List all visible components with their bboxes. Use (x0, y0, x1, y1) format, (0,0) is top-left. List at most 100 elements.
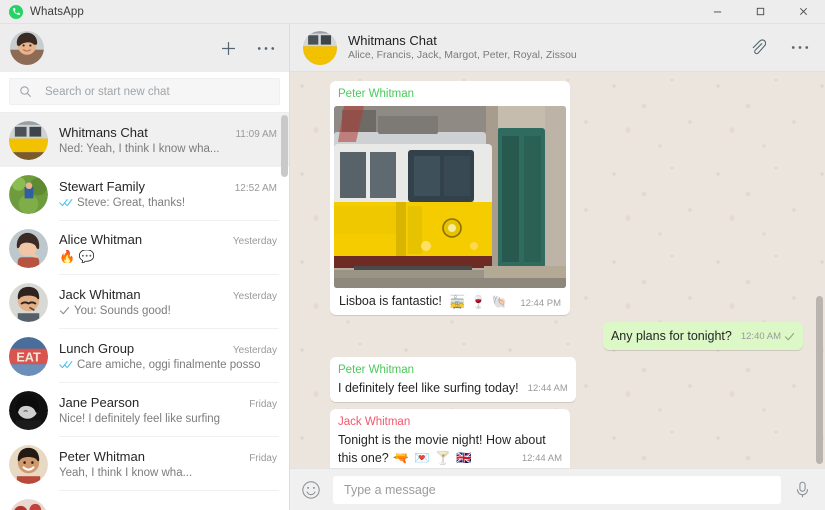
sidebar-header (0, 24, 289, 72)
yellow-lisbon-tram-photo[interactable] (334, 106, 566, 288)
woman-portrait-avatar (9, 229, 48, 268)
message-input-wrap[interactable] (333, 476, 781, 504)
message-meta: 12:40 AM (741, 331, 795, 342)
red-flowers-avatar (9, 499, 48, 510)
message-emoji: 🔫 💌 🍸 🇬🇧 (393, 451, 473, 465)
chat-item-time: Yesterday (227, 236, 277, 247)
conversation-header[interactable]: Whitmans Chat Alice, Francis, Jack, Marg… (290, 24, 825, 72)
message-bubble-incoming[interactable]: Peter Whitman I definitely feel like sur… (330, 357, 576, 402)
conversation-participants: Alice, Francis, Jack, Margot, Peter, Roy… (348, 49, 577, 63)
message-meta: 12:44 PM (520, 298, 561, 309)
whatsapp-phone-icon (9, 5, 23, 19)
chat-item-preview: You: Sounds good! (74, 305, 171, 317)
chat-item-name: Jane Pearson (59, 395, 139, 410)
paperclip-icon[interactable] (749, 39, 766, 56)
chat-item-body: Jack Whitman Yesterday You: Sounds good! (59, 275, 279, 329)
man-smiling-avatar (9, 445, 48, 484)
chat-list-item-jane-pearson[interactable]: Jane Pearson Friday Nice! I definitely f… (0, 383, 289, 437)
search-icon (19, 85, 32, 98)
chat-list-item-alice-whitman[interactable]: Alice Whitman Yesterday 🔥 💬 (0, 221, 289, 275)
chat-item-body: Lunch Group Yesterday Care amiche, oggi … (59, 329, 279, 383)
chat-item-preview: Nice! I definitely feel like surfing (59, 413, 220, 425)
chat-item-name: Alice Whitman (59, 232, 142, 247)
chat-item-name: Stewart Family (59, 179, 145, 194)
chat-item-body: Stewart Family 12:52 AM Steve: Great, th… (59, 167, 279, 221)
photo-caption: Lisboa is fantastic! 🚋 🍷 🐚 12:44 PM (334, 288, 566, 315)
smiley-face-icon[interactable] (301, 480, 321, 500)
app-title: WhatsApp (30, 6, 84, 18)
more-options-icon[interactable] (791, 45, 809, 50)
minimize-icon[interactable] (696, 0, 739, 23)
chat-item-body: Jane Pearson Friday Nice! I definitely f… (59, 383, 279, 437)
message-sender-name: Peter Whitman (334, 85, 566, 106)
message-sender-name: Peter Whitman (338, 362, 568, 379)
message-list: Peter Whitman (330, 81, 803, 462)
message-area[interactable]: Peter Whitman (290, 72, 825, 468)
maximize-icon[interactable] (739, 0, 782, 23)
chat-list-item-lunch-group[interactable]: EAT Lunch Group Yesterday (0, 329, 289, 383)
chat-item-time: Friday (243, 399, 277, 410)
message-sender-name: Jack Whitman (338, 414, 562, 431)
message-bubble-outgoing[interactable]: Any plans for tonight? 12:40 AM (603, 322, 803, 351)
message-text: Any plans for tonight? (611, 329, 732, 343)
chat-item-body: Stewart Family Friday (59, 491, 279, 510)
chat-item-body: Whitmans Chat 11:09 AM Ned: Yeah, I thin… (59, 113, 279, 167)
message-input[interactable] (344, 483, 770, 497)
chat-list-item-stewart-family[interactable]: Stewart Family 12:52 AM Steve: Great, th… (0, 167, 289, 221)
caption-emoji: 🚋 🍷 🐚 (450, 295, 509, 310)
message-bubble-photo[interactable]: Peter Whitman (330, 81, 570, 315)
chat-item-name: Whitmans Chat (59, 125, 148, 140)
eat-sign-avatar: EAT (9, 337, 48, 376)
svg-text:EAT: EAT (16, 350, 41, 364)
chat-list-item-whitmans-chat[interactable]: Whitmans Chat 11:09 AM Ned: Yeah, I thin… (0, 113, 289, 167)
message-row-outgoing: Any plans for tonight? 12:40 AM (330, 322, 803, 351)
message-row-incoming: Peter Whitman (330, 81, 803, 315)
message-bubble-incoming[interactable]: Jack Whitman Tonight is the movie night!… (330, 409, 570, 468)
more-options-icon[interactable] (257, 46, 275, 51)
title-bar: WhatsApp (0, 0, 825, 24)
conversation-scrollbar-thumb[interactable] (816, 296, 823, 464)
garden-photo-avatar (9, 175, 48, 214)
woman-bw-avatar (9, 391, 48, 430)
tram-photo-avatar[interactable] (303, 31, 337, 65)
double-check-icon (59, 360, 73, 369)
chat-item-name: Peter Whitman (59, 449, 145, 464)
chat-list-item-stewart-family-2[interactable]: Stewart Family Friday (0, 491, 289, 510)
chat-item-body: Peter Whitman Friday Yeah, I think I kno… (59, 437, 279, 491)
window-controls (696, 0, 825, 23)
user-avatar[interactable] (10, 31, 44, 65)
chat-item-time: Friday (243, 453, 277, 464)
conversation-scrollbar[interactable] (816, 72, 823, 468)
chat-item-time: Yesterday (227, 345, 277, 356)
chat-item-time: 12:52 AM (229, 183, 277, 194)
sidebar-header-actions (220, 40, 275, 57)
whatsapp-window: WhatsApp (0, 0, 825, 510)
conversation-panel: Whitmans Chat Alice, Francis, Jack, Marg… (290, 24, 825, 510)
message-row-incoming: Jack Whitman Tonight is the movie night!… (330, 409, 803, 468)
chat-item-body: Alice Whitman Yesterday 🔥 💬 (59, 221, 279, 275)
message-time: 12:44 AM (522, 453, 562, 464)
search-box[interactable] (9, 78, 280, 105)
conversation-title: Whitmans Chat (348, 33, 577, 49)
title-bar-brand: WhatsApp (0, 5, 84, 19)
conversation-header-actions (749, 39, 809, 56)
message-time: 12:44 PM (520, 298, 561, 309)
chat-item-time: Yesterday (227, 291, 277, 302)
double-check-icon (59, 198, 73, 207)
chat-list-item-jack-whitman[interactable]: Jack Whitman Yesterday You: Sounds good! (0, 275, 289, 329)
chat-list-item-peter-whitman[interactable]: Peter Whitman Friday Yeah, I think I kno… (0, 437, 289, 491)
search-bar (0, 72, 289, 113)
man-pipe-avatar (9, 283, 48, 322)
microphone-icon[interactable] (793, 480, 812, 499)
caption-text: Lisboa is fantastic! (339, 293, 442, 310)
search-input[interactable] (45, 86, 270, 98)
close-icon[interactable] (782, 0, 825, 23)
chat-list[interactable]: Whitmans Chat 11:09 AM Ned: Yeah, I thin… (0, 113, 289, 510)
message-row-incoming: Peter Whitman I definitely feel like sur… (330, 357, 803, 402)
chat-item-time: 11:09 AM (229, 129, 277, 140)
chat-item-preview: Steve: Great, thanks! (77, 197, 185, 209)
single-check-icon (59, 306, 70, 315)
sidebar: Whitmans Chat 11:09 AM Ned: Yeah, I thin… (0, 24, 290, 510)
plus-icon[interactable] (220, 40, 237, 57)
main-body: Whitmans Chat 11:09 AM Ned: Yeah, I thin… (0, 24, 825, 510)
